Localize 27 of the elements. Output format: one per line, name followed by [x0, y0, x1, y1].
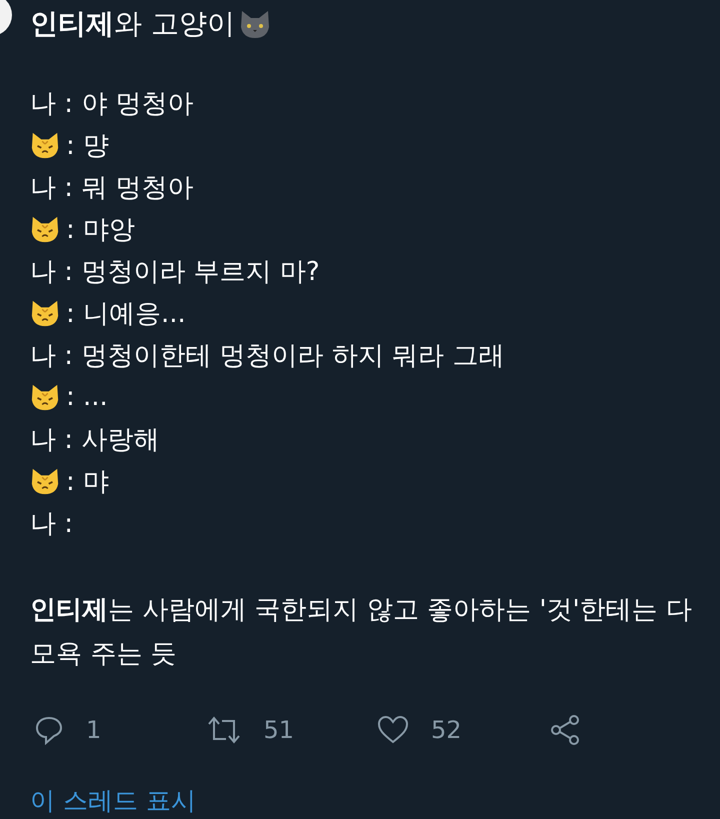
- chat-line: : 먀앙: [66, 214, 136, 246]
- chat-line: 나 :: [30, 508, 74, 540]
- chat-line: 나 : 멍청이한테 멍청이라 하지 뭐라 그래: [30, 340, 504, 372]
- cat-face-icon: [30, 130, 60, 160]
- tweet-text: 인티제는 사람에게 국한되지 않고 좋아하는 '것'한테는 다 모욕 주는 듯: [30, 594, 693, 671]
- show-thread-link[interactable]: 이 스레드 표시: [30, 784, 196, 817]
- chat-line: 나 : 뭐 멍청아: [30, 172, 194, 204]
- cat-face-icon: [238, 9, 271, 39]
- chat-line: : 먀: [66, 466, 110, 498]
- count-label: 51: [264, 716, 294, 744]
- count-label: 52: [431, 716, 462, 744]
- reply-icon[interactable]: [34, 715, 64, 745]
- cat-face-icon: [30, 382, 60, 412]
- share-icon[interactable]: [548, 714, 580, 746]
- chat-line: : 먕: [66, 130, 110, 162]
- chat-line: 나 : 사랑해: [30, 424, 160, 456]
- retweet-icon[interactable]: [206, 715, 242, 745]
- heart-icon[interactable]: [377, 715, 409, 745]
- chat-line: : ...: [66, 382, 108, 412]
- cat-face-icon: [30, 214, 60, 244]
- tweet-title: 인티제와 고양이: [30, 6, 235, 42]
- count-label: 1: [86, 716, 102, 744]
- chat-line: 나 : 멍청이라 부르지 마?: [30, 256, 320, 288]
- chat-line: : 니예응...: [66, 298, 186, 330]
- chat-line: 나 : 야 멍청아: [30, 88, 194, 120]
- cat-face-icon: [30, 466, 60, 496]
- cat-face-icon: [30, 298, 60, 328]
